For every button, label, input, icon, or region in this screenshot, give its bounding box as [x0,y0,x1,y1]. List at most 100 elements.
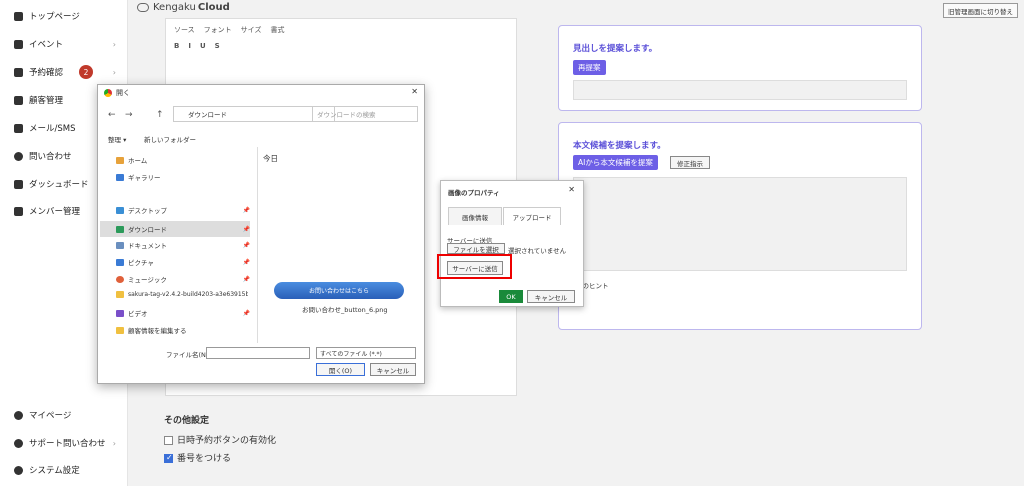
new-folder-button[interactable]: 新しいフォルダー [144,134,196,144]
strike-button[interactable]: S [215,42,220,50]
gear-icon [14,465,23,475]
pin-icon: 📌 [242,206,250,214]
sidebar-item-mypage[interactable]: マイページ [14,407,118,423]
help-icon [14,438,23,448]
back-icon[interactable]: ← [108,110,116,120]
sidebar-item-reservation[interactable]: 予約確認 › [14,64,118,80]
ai-suggest-button[interactable]: AIから本文候補を提案 [573,155,658,170]
choose-file-button[interactable]: ファイルを選択 [447,243,505,254]
image-icon [116,173,124,181]
pin-icon: 📌 [242,241,250,249]
group-header-today: 今日 [263,154,278,163]
image-properties-dialog: 画像のプロパティ ✕ 画像情報 アップロード サーバーに送信 ファイルを選択 選… [440,180,584,307]
reservation-checkbox-row[interactable]: 日時予約ボタンの有効化 [164,433,276,446]
body-suggest-card: 本文候補を提案します。 AIから本文候補を提案 修正指示 像のヒント [558,122,922,330]
sidebar-item-support[interactable]: サポート問い合わせ › [14,435,118,451]
organize-button[interactable]: 整理 ▾ [108,134,126,144]
tab-image-info[interactable]: 画像情報 [448,207,502,225]
chat-icon [14,151,23,161]
tree-item-pictures[interactable]: ピクチャ 📌 [116,257,250,267]
sidebar-item-top[interactable]: トップページ [14,8,118,24]
bold-button[interactable]: B [174,42,179,50]
filename-label: ファイル名(N): [166,351,211,359]
underline-button[interactable]: U [200,42,206,50]
tree-item-desktop[interactable]: デスクトップ 📌 [116,205,250,215]
download-icon [116,225,124,233]
sidebar-item-event[interactable]: イベント › [14,36,118,52]
up-icon[interactable]: ↑ [156,110,164,120]
app-logo: Kengaku Cloud [137,2,230,13]
cancel-button[interactable]: キャンセル [527,290,575,303]
tree-item-folder[interactable]: 顧客情報を編集する [116,325,250,335]
user-icon [14,410,23,420]
video-icon [116,309,124,317]
close-icon[interactable]: ✕ [411,87,418,96]
address-bar[interactable]: ダウンロード [173,106,335,122]
body-output[interactable] [573,177,907,271]
card-title: 本文候補を提案します。 [573,141,666,151]
tree-item-music[interactable]: ミュージック 📌 [116,274,250,284]
desktop-icon [116,206,124,214]
size-select[interactable]: サイズ [241,25,262,35]
pin-icon: 📌 [242,225,250,233]
italic-button[interactable]: I [188,42,191,50]
chevron-right-icon: › [112,39,116,49]
picture-icon [116,258,124,266]
dialog-title: 開く [104,88,130,98]
card-title: 見出しを提案します。 [573,44,658,54]
tree-item-videos[interactable]: ビデオ 📌 [116,308,250,318]
home-icon [14,11,23,21]
re-suggest-button[interactable]: 再提案 [573,60,606,75]
folder-tree: ホーム ギャラリー デスクトップ 📌 ダウンロード 📌 ドキュメント 📌 ピクチャ 📌 … [98,147,258,343]
chart-icon [14,179,23,189]
file-thumbnail[interactable]: お問い合わせはこちら [274,282,404,299]
heading-output[interactable] [573,80,907,100]
folder-icon [116,291,124,298]
search-input[interactable]: ダウンロードの検索 [312,106,418,122]
numbering-checkbox-row[interactable]: 番号をつける [164,451,231,464]
switch-old-admin-button[interactable]: 旧管理画面に切り替え [943,3,1018,18]
tree-item-gallery[interactable]: ギャラリー [116,172,250,182]
pin-icon: 📌 [242,258,250,266]
tree-item-folder[interactable]: sakura-tag-v2.4.2-build4203-a3e63915b- [116,291,250,298]
open-file-dialog: 開く ✕ ← → ↑ ダウンロード ダウンロードの検索 整理 ▾ 新しいフォルダ… [97,84,425,384]
pin-icon: 📌 [242,275,250,283]
file-status: 選択されていません [508,247,567,255]
ok-button[interactable]: OK [499,290,523,303]
chevron-right-icon: › [112,438,116,448]
filename-input[interactable] [206,347,310,359]
open-button[interactable]: 開く(O) [316,363,365,376]
users-icon [14,95,23,105]
chrome-icon [104,89,112,97]
tree-item-home[interactable]: ホーム [116,155,250,165]
editor-toolbar: ソース フォント サイズ 書式 [174,25,284,35]
revise-button[interactable]: 修正指示 [670,156,710,169]
calendar-icon [14,67,23,77]
document-icon [116,241,124,249]
source-button[interactable]: ソース [174,25,195,35]
checkbox-checked[interactable] [164,453,173,463]
tab-upload[interactable]: アップロード [503,207,561,225]
tree-item-downloads[interactable]: ダウンロード 📌 [100,221,250,237]
pin-icon: 📌 [242,309,250,317]
file-type-select[interactable]: すべてのファイル (*.*) [316,347,416,359]
notification-badge: 2 [79,65,93,79]
home-icon [116,156,124,164]
checkbox[interactable] [164,436,173,445]
format-select[interactable]: 書式 [270,25,284,35]
cloud-icon [137,3,149,12]
sidebar-item-settings[interactable]: システム設定 [14,462,118,478]
highlight-box [437,254,512,279]
music-icon [116,275,124,283]
forward-icon[interactable]: → [125,110,133,120]
font-select[interactable]: フォント [204,25,232,35]
dialog-title: 画像のプロパティ [448,189,500,197]
other-settings-title: その他設定 [164,416,210,426]
close-icon[interactable]: ✕ [568,185,575,194]
tree-item-documents[interactable]: ドキュメント 📌 [116,240,250,250]
grid-icon [14,206,23,216]
cancel-button[interactable]: キャンセル [370,363,416,376]
file-name-label[interactable]: お問い合わせ_button_6.png [302,304,388,314]
heading-suggest-card: 見出しを提案します。 再提案 [558,25,922,111]
mail-icon [14,123,23,133]
